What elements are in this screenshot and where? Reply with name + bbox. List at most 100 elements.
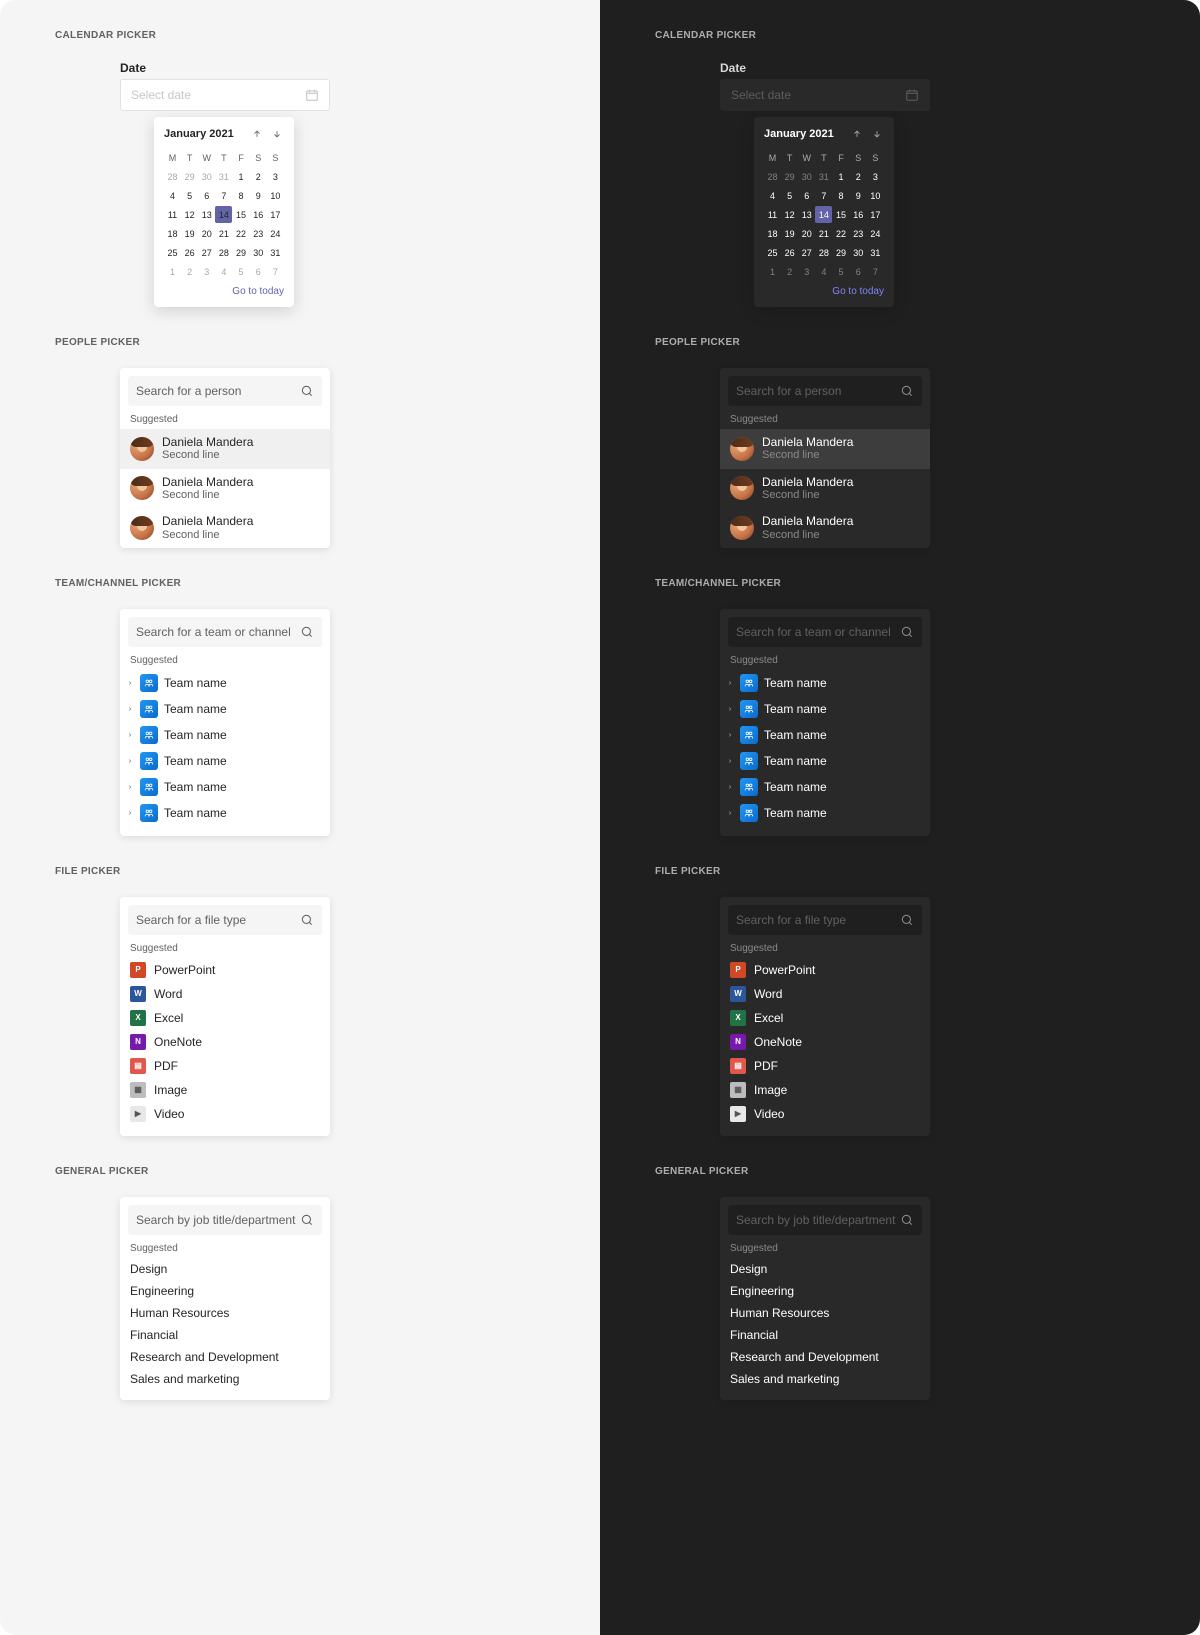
calendar-day[interactable]: 8 <box>233 187 250 204</box>
expand-chevron-icon[interactable] <box>126 757 134 765</box>
calendar-day[interactable]: 4 <box>164 187 181 204</box>
date-input[interactable]: Select date <box>720 79 930 111</box>
calendar-day[interactable]: 3 <box>198 263 215 280</box>
person-item[interactable]: Daniela Mandera Second line <box>120 508 330 548</box>
calendar-day[interactable]: 12 <box>181 206 198 223</box>
calendar-day[interactable]: 3 <box>867 168 884 185</box>
calendar-next-button[interactable] <box>870 127 884 141</box>
general-item[interactable]: Design <box>120 1258 330 1280</box>
team-search-input[interactable]: Search for a team or channel <box>728 617 922 647</box>
general-item[interactable]: Engineering <box>120 1280 330 1302</box>
calendar-day[interactable]: 13 <box>798 206 815 223</box>
calendar-day[interactable]: 29 <box>181 168 198 185</box>
general-item[interactable]: Engineering <box>720 1280 930 1302</box>
calendar-day[interactable]: 1 <box>764 263 781 280</box>
calendar-day[interactable]: 13 <box>198 206 215 223</box>
expand-chevron-icon[interactable] <box>726 809 734 817</box>
file-item[interactable]: ▦ Image <box>720 1078 930 1102</box>
calendar-day[interactable]: 21 <box>215 225 232 242</box>
calendar-day[interactable]: 14 <box>215 206 232 223</box>
date-input[interactable]: Select date <box>120 79 330 111</box>
calendar-day[interactable]: 28 <box>815 244 832 261</box>
calendar-day[interactable]: 4 <box>815 263 832 280</box>
calendar-day[interactable]: 21 <box>815 225 832 242</box>
calendar-day[interactable]: 20 <box>198 225 215 242</box>
person-item[interactable]: Daniela Mandera Second line <box>720 469 930 509</box>
expand-chevron-icon[interactable] <box>726 679 734 687</box>
general-item[interactable]: Research and Development <box>120 1346 330 1368</box>
team-item[interactable]: Team name <box>720 774 930 800</box>
calendar-day[interactable]: 3 <box>798 263 815 280</box>
calendar-day[interactable]: 6 <box>850 263 867 280</box>
calendar-prev-button[interactable] <box>250 127 264 141</box>
file-item[interactable]: X Excel <box>720 1006 930 1030</box>
team-item[interactable]: Team name <box>720 696 930 722</box>
expand-chevron-icon[interactable] <box>126 783 134 791</box>
person-item[interactable]: Daniela Mandera Second line <box>720 429 930 469</box>
calendar-day[interactable]: 7 <box>267 263 284 280</box>
calendar-day[interactable]: 28 <box>215 244 232 261</box>
calendar-month-title[interactable]: January 2021 <box>164 128 234 140</box>
calendar-day[interactable]: 2 <box>781 263 798 280</box>
team-item[interactable]: Team name <box>120 800 330 826</box>
calendar-day[interactable]: 6 <box>798 187 815 204</box>
calendar-day[interactable]: 27 <box>198 244 215 261</box>
file-item[interactable]: ▤ PDF <box>720 1054 930 1078</box>
calendar-day[interactable]: 31 <box>267 244 284 261</box>
calendar-day[interactable]: 30 <box>798 168 815 185</box>
calendar-day[interactable]: 1 <box>233 168 250 185</box>
calendar-day[interactable]: 1 <box>833 168 850 185</box>
calendar-day[interactable]: 2 <box>850 168 867 185</box>
calendar-day[interactable]: 22 <box>233 225 250 242</box>
calendar-day[interactable]: 5 <box>181 187 198 204</box>
file-item[interactable]: ▤ PDF <box>120 1054 330 1078</box>
calendar-day[interactable]: 5 <box>233 263 250 280</box>
calendar-day[interactable]: 9 <box>850 187 867 204</box>
team-item[interactable]: Team name <box>720 800 930 826</box>
calendar-day[interactable]: 24 <box>867 225 884 242</box>
file-item[interactable]: P PowerPoint <box>120 958 330 982</box>
file-item[interactable]: W Word <box>720 982 930 1006</box>
calendar-day[interactable]: 7 <box>815 187 832 204</box>
calendar-day[interactable]: 22 <box>833 225 850 242</box>
general-item[interactable]: Financial <box>120 1324 330 1346</box>
calendar-month-title[interactable]: January 2021 <box>764 128 834 140</box>
calendar-day[interactable]: 31 <box>867 244 884 261</box>
general-item[interactable]: Sales and marketing <box>720 1368 930 1390</box>
calendar-day[interactable]: 8 <box>833 187 850 204</box>
team-item[interactable]: Team name <box>120 670 330 696</box>
calendar-day[interactable]: 10 <box>867 187 884 204</box>
expand-chevron-icon[interactable] <box>726 783 734 791</box>
general-search-input[interactable]: Search by job title/department <box>728 1205 922 1235</box>
calendar-day[interactable]: 24 <box>267 225 284 242</box>
calendar-day[interactable]: 12 <box>781 206 798 223</box>
general-item[interactable]: Human Resources <box>120 1302 330 1324</box>
expand-chevron-icon[interactable] <box>126 705 134 713</box>
expand-chevron-icon[interactable] <box>126 809 134 817</box>
general-item[interactable]: Financial <box>720 1324 930 1346</box>
calendar-day[interactable]: 29 <box>781 168 798 185</box>
file-item[interactable]: N OneNote <box>720 1030 930 1054</box>
team-item[interactable]: Team name <box>120 748 330 774</box>
go-to-today-link[interactable]: Go to today <box>832 286 884 297</box>
calendar-day[interactable]: 15 <box>833 206 850 223</box>
calendar-day[interactable]: 4 <box>764 187 781 204</box>
file-search-input[interactable]: Search for a file type <box>128 905 322 935</box>
team-item[interactable]: Team name <box>120 696 330 722</box>
calendar-day[interactable]: 5 <box>781 187 798 204</box>
calendar-day[interactable]: 30 <box>198 168 215 185</box>
calendar-day[interactable]: 31 <box>215 168 232 185</box>
file-item[interactable]: N OneNote <box>120 1030 330 1054</box>
people-search-input[interactable]: Search for a person <box>128 376 322 406</box>
calendar-day[interactable]: 7 <box>867 263 884 280</box>
file-search-input[interactable]: Search for a file type <box>728 905 922 935</box>
people-search-input[interactable]: Search for a person <box>728 376 922 406</box>
calendar-day[interactable]: 26 <box>781 244 798 261</box>
calendar-next-button[interactable] <box>270 127 284 141</box>
calendar-day[interactable]: 28 <box>764 168 781 185</box>
general-search-input[interactable]: Search by job title/department <box>128 1205 322 1235</box>
team-search-input[interactable]: Search for a team or channel <box>128 617 322 647</box>
calendar-day[interactable]: 19 <box>181 225 198 242</box>
calendar-day[interactable]: 19 <box>781 225 798 242</box>
file-item[interactable]: W Word <box>120 982 330 1006</box>
